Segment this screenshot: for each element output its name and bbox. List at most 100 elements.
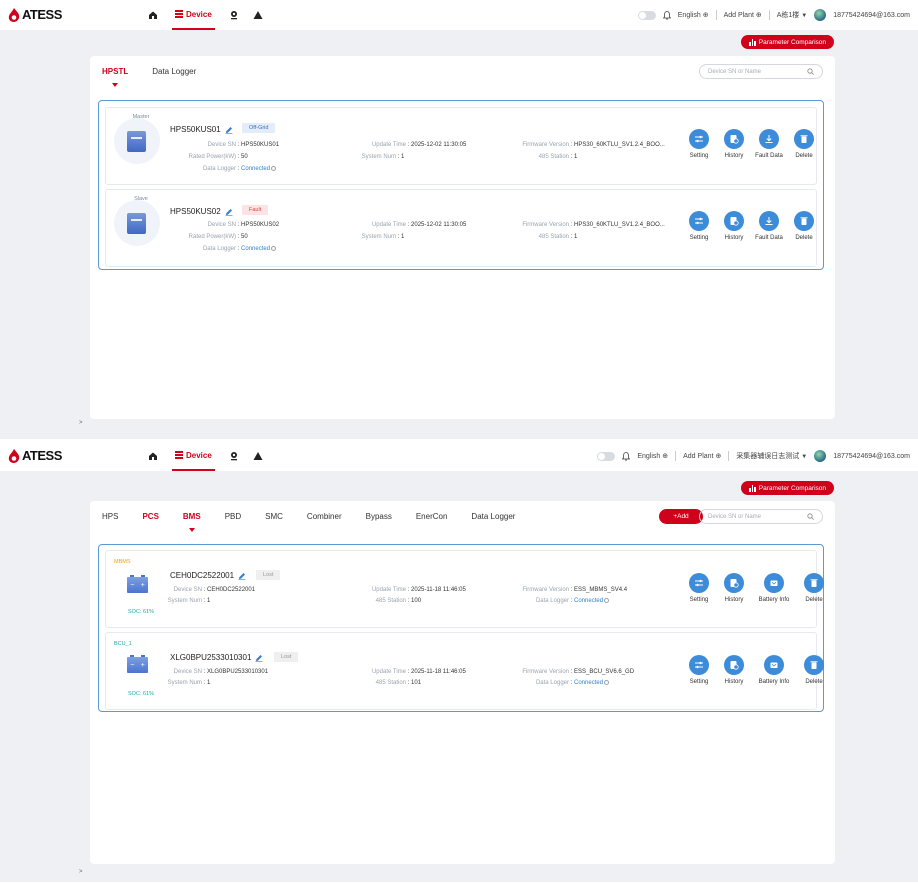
setting-button[interactable]: Setting bbox=[684, 211, 714, 241]
edit-icon[interactable] bbox=[225, 208, 233, 216]
edit-icon[interactable] bbox=[255, 654, 263, 662]
data-logger: Data Logger : Connected bbox=[166, 246, 277, 252]
bell-icon[interactable] bbox=[622, 451, 631, 461]
tab-data-logger[interactable]: Data Logger bbox=[152, 67, 196, 76]
logo-text: ATESS bbox=[22, 448, 62, 463]
parameter-comparison-button[interactable]: Parameter Comparison bbox=[741, 35, 834, 49]
soc-value: SOC: 61% bbox=[128, 609, 154, 615]
search-input[interactable]: Device SN or Name bbox=[699, 509, 823, 524]
fault-data-button[interactable]: Fault Data bbox=[754, 211, 784, 241]
delete-button[interactable]: Delete bbox=[799, 573, 829, 603]
485-station: 485 Station : 101 bbox=[375, 680, 422, 686]
info-icon[interactable] bbox=[604, 680, 610, 685]
device-card[interactable]: MBMS − + SOC: 61% CEH0DC2522001 Lost Devi… bbox=[105, 550, 824, 628]
tab-bypass[interactable]: Bypass bbox=[366, 512, 392, 521]
battery-info-button[interactable]: Battery Info bbox=[754, 655, 794, 685]
tab-hps[interactable]: HPS bbox=[102, 512, 118, 521]
battery-info-button[interactable]: Battery Info bbox=[754, 573, 794, 603]
device-card[interactable]: Master HPS50KUS01 Off-Grid Device SN : H… bbox=[105, 107, 817, 185]
caret-down-icon: ▼ bbox=[801, 454, 808, 460]
edit-icon[interactable] bbox=[238, 572, 246, 580]
tab-smc[interactable]: SMC bbox=[265, 512, 283, 521]
tab-pbd[interactable]: PBD bbox=[225, 512, 241, 521]
bar-chart-icon bbox=[749, 484, 756, 492]
language-selector[interactable]: English ⊕ bbox=[678, 11, 709, 19]
firmware-version: Firmware Version : HPS30_60KTLU_SV1.2.4_… bbox=[522, 142, 665, 148]
device-panel: HPS PCS BMS PBD SMC Combiner Bypass Ener… bbox=[90, 501, 835, 864]
sliders-icon bbox=[695, 135, 703, 143]
tab-combiner[interactable]: Combiner bbox=[307, 512, 342, 521]
fault-data-button[interactable]: Fault Data bbox=[754, 129, 784, 159]
setting-button[interactable]: Setting bbox=[684, 129, 714, 159]
tab-hpstl[interactable]: HPSTL bbox=[102, 67, 128, 87]
sidebar-expand-icon[interactable]: > bbox=[79, 420, 83, 426]
firmware-version: Firmware Version : ESS_MBMS_SV4.4 bbox=[522, 587, 628, 593]
add-plant-button[interactable]: Add Plant ⊕ bbox=[683, 452, 721, 460]
avatar[interactable] bbox=[814, 450, 827, 462]
nav-device-label: Device bbox=[186, 450, 212, 460]
delete-button[interactable]: Delete bbox=[799, 655, 829, 685]
add-device-button[interactable]: +Add bbox=[659, 509, 703, 524]
user-email[interactable]: 18775424694@163.com bbox=[833, 12, 910, 19]
search-icon bbox=[807, 513, 814, 520]
language-selector[interactable]: English ⊕ bbox=[637, 452, 668, 460]
setting-button[interactable]: Setting bbox=[684, 655, 714, 685]
search-input[interactable]: Device SN or Name bbox=[699, 64, 823, 79]
warning-icon[interactable] bbox=[253, 10, 263, 20]
tab-enercon[interactable]: EnerCon bbox=[416, 512, 448, 521]
main-nav: Device bbox=[148, 0, 263, 30]
info-icon[interactable] bbox=[271, 246, 277, 251]
tab-bms[interactable]: BMS bbox=[183, 512, 201, 532]
device-card[interactable]: Slave HPS50KUS02 Fault Device SN : HPS50… bbox=[105, 189, 817, 267]
user-email[interactable]: 18775424694@163.com bbox=[833, 453, 910, 460]
caret-down-icon: ▼ bbox=[801, 13, 808, 19]
device-actions: Setting History Battery Info Delete bbox=[684, 573, 829, 603]
info-icon[interactable] bbox=[271, 166, 277, 171]
plant-selector[interactable]: A栋1楼 ▼ bbox=[777, 10, 807, 20]
flame-logo-icon bbox=[8, 448, 20, 463]
device-list: MBMS − + SOC: 61% CEH0DC2522001 Lost Devi… bbox=[98, 544, 824, 712]
history-button[interactable]: History bbox=[719, 211, 749, 241]
delete-button[interactable]: Delete bbox=[789, 211, 819, 241]
parameter-comparison-button[interactable]: Parameter Comparison bbox=[741, 481, 834, 495]
485-station: 485 Station : 100 bbox=[375, 598, 422, 604]
screen-hpstl: ATESS Device English ⊕ Add Plant ⊕ A栋1楼 … bbox=[0, 0, 918, 441]
nav-device[interactable]: Device bbox=[172, 0, 215, 30]
avatar[interactable] bbox=[814, 9, 827, 21]
divider bbox=[728, 451, 730, 461]
status-badge: Lost bbox=[256, 570, 281, 580]
theme-toggle[interactable] bbox=[637, 10, 656, 20]
tab-data-logger[interactable]: Data Logger bbox=[471, 512, 515, 521]
logo[interactable]: ATESS bbox=[8, 448, 62, 463]
setting-button[interactable]: Setting bbox=[684, 573, 714, 603]
system-num: System Num : 1 bbox=[167, 598, 211, 604]
plant-selector[interactable]: 采集器辅误日志测试 ▼ bbox=[736, 451, 807, 461]
delete-button[interactable]: Delete bbox=[789, 129, 819, 159]
inverter-icon bbox=[127, 213, 146, 234]
history-button[interactable]: History bbox=[719, 655, 749, 685]
sidebar-expand-icon[interactable]: > bbox=[79, 869, 83, 875]
home-icon[interactable] bbox=[148, 10, 158, 20]
history-button[interactable]: History bbox=[719, 573, 749, 603]
download-icon bbox=[765, 217, 773, 225]
history-button[interactable]: History bbox=[719, 129, 749, 159]
rated-power: Rated Power(kW) : 50 bbox=[188, 234, 248, 240]
theme-toggle[interactable] bbox=[597, 451, 616, 461]
header-actions: English ⊕ Add Plant ⊕ 采集器辅误日志测试 ▼ 187754… bbox=[597, 441, 910, 471]
add-plant-button[interactable]: Add Plant ⊕ bbox=[724, 11, 762, 19]
tab-pcs[interactable]: PCS bbox=[142, 512, 158, 521]
edit-icon[interactable] bbox=[225, 126, 233, 134]
home-icon[interactable] bbox=[148, 451, 158, 461]
info-icon[interactable] bbox=[604, 598, 610, 603]
logo[interactable]: ATESS bbox=[8, 7, 62, 22]
warning-icon[interactable] bbox=[253, 451, 263, 461]
location-icon[interactable] bbox=[229, 451, 239, 461]
logo-text: ATESS bbox=[22, 7, 62, 22]
search-icon bbox=[807, 68, 814, 75]
download-icon bbox=[765, 135, 773, 143]
device-card[interactable]: BCU_1 − + SOC: 61% XLG0BPU2533010301 Lost… bbox=[105, 632, 824, 710]
location-icon[interactable] bbox=[229, 10, 239, 20]
device-actions: Setting History Fault Data Delete bbox=[684, 129, 819, 159]
nav-device[interactable]: Device bbox=[172, 441, 215, 471]
bell-icon[interactable] bbox=[662, 10, 671, 20]
